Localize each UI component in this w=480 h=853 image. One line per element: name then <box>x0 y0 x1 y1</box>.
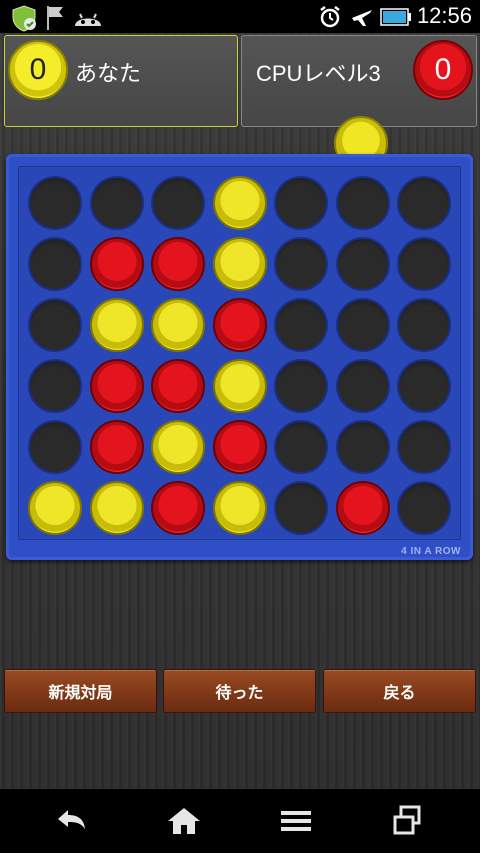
red-disc[interactable] <box>151 359 205 413</box>
empty-slot[interactable] <box>28 420 82 474</box>
empty-slot[interactable] <box>151 176 205 230</box>
board-grid[interactable] <box>18 166 461 540</box>
empty-slot[interactable] <box>397 481 451 535</box>
board-brand: 4 IN A ROW <box>401 546 461 557</box>
airplane-mode-icon <box>350 4 374 34</box>
clock: 12:56 <box>416 3 472 28</box>
empty-slot[interactable] <box>397 420 451 474</box>
cpu-score-disc: 0 <box>413 40 473 100</box>
empty-slot[interactable] <box>28 359 82 413</box>
yellow-disc[interactable] <box>212 237 267 291</box>
empty-slot[interactable] <box>274 298 328 352</box>
empty-slot[interactable] <box>274 237 328 291</box>
empty-slot[interactable] <box>397 359 451 413</box>
cpu-name: CPUレベル3 <box>256 61 381 86</box>
shield-check-icon <box>10 4 38 36</box>
red-disc[interactable] <box>89 420 144 474</box>
empty-slot[interactable] <box>28 237 82 291</box>
menu-icon[interactable] <box>276 805 316 837</box>
empty-slot[interactable] <box>335 359 390 413</box>
empty-slot[interactable] <box>397 237 451 291</box>
empty-slot[interactable] <box>335 176 390 230</box>
player-panel-cpu: CPUレベル3 0 <box>241 35 477 127</box>
yellow-disc[interactable] <box>151 420 205 474</box>
empty-slot[interactable] <box>28 176 82 230</box>
yellow-disc[interactable] <box>89 481 144 535</box>
empty-slot[interactable] <box>397 176 451 230</box>
game-board: 4 IN A ROW <box>6 154 473 560</box>
recent-apps-icon[interactable] <box>388 805 428 837</box>
red-disc[interactable] <box>89 237 144 291</box>
flag-icon <box>44 4 66 36</box>
yellow-disc[interactable] <box>151 298 205 352</box>
alarm-icon <box>318 4 342 34</box>
empty-slot[interactable] <box>335 298 390 352</box>
yellow-disc[interactable] <box>28 481 82 535</box>
red-disc[interactable] <box>151 481 205 535</box>
back-button[interactable]: 戻る <box>323 669 476 713</box>
yellow-disc[interactable] <box>212 481 267 535</box>
empty-slot[interactable] <box>89 176 144 230</box>
red-disc[interactable] <box>151 237 205 291</box>
empty-slot[interactable] <box>274 481 328 535</box>
empty-slot[interactable] <box>335 420 390 474</box>
android-icon <box>72 4 104 36</box>
player-panel-you: 0 あなた <box>4 35 238 127</box>
player-name: あなた <box>75 61 142 86</box>
empty-slot[interactable] <box>274 359 328 413</box>
empty-slot[interactable] <box>335 237 390 291</box>
red-disc[interactable] <box>335 481 390 535</box>
new-game-button[interactable]: 新規対局 <box>4 669 157 713</box>
empty-slot[interactable] <box>397 298 451 352</box>
red-disc[interactable] <box>89 359 144 413</box>
back-arrow-icon[interactable] <box>52 805 92 837</box>
status-bar: 12:56 <box>0 0 480 33</box>
nav-bar <box>0 789 480 853</box>
yellow-disc[interactable] <box>212 359 267 413</box>
yellow-disc[interactable] <box>212 176 267 230</box>
yellow-disc[interactable] <box>89 298 144 352</box>
red-disc[interactable] <box>212 420 267 474</box>
red-disc[interactable] <box>212 298 267 352</box>
battery-icon <box>380 8 412 30</box>
empty-slot[interactable] <box>274 176 328 230</box>
undo-button[interactable]: 待った <box>163 669 316 713</box>
empty-slot[interactable] <box>28 298 82 352</box>
empty-slot[interactable] <box>274 420 328 474</box>
home-icon[interactable] <box>164 805 204 837</box>
player-score-disc: 0 <box>8 40 68 100</box>
